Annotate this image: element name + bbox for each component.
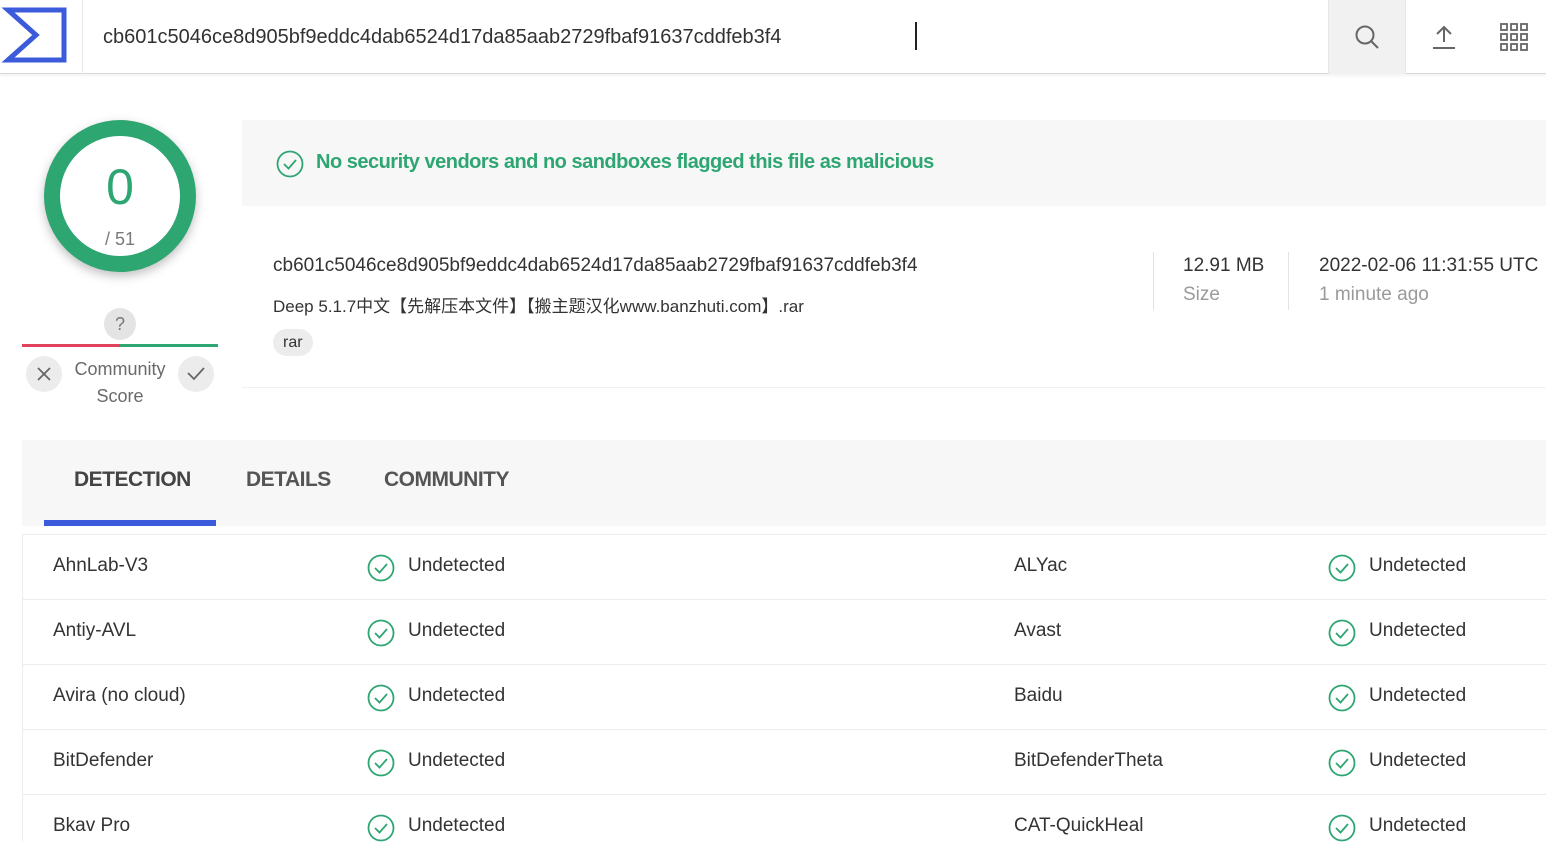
engine-status: Undetected	[408, 750, 506, 771]
check-circle-icon	[367, 619, 395, 647]
community-score-value: ?	[104, 308, 136, 340]
divider	[1153, 252, 1154, 310]
file-name: Deep 5.1.7中文【先解压本文件】【搬主题汉化www.banzhuti.c…	[273, 297, 804, 316]
top-bar	[0, 0, 1546, 74]
engine-status: Undetected	[1369, 685, 1467, 706]
file-info-panel: cb601c5046ce8d905bf9eddc4dab6524d17da85a…	[242, 206, 1546, 388]
apps-button[interactable]	[1482, 0, 1546, 74]
engine-name: Baidu	[1014, 685, 1063, 706]
check-circle-icon	[367, 554, 395, 582]
table-row: AhnLab-V3 Undetected ALYac Undetected	[23, 535, 1546, 600]
detection-count: 0	[106, 159, 134, 215]
engine-name: Avira (no cloud)	[53, 685, 186, 706]
search-button[interactable]	[1328, 0, 1406, 74]
search-input[interactable]	[103, 18, 1303, 56]
community-score-label: Community Score	[74, 359, 166, 406]
text-caret	[915, 22, 917, 50]
upload-button[interactable]	[1406, 0, 1482, 74]
check-circle-icon	[367, 749, 395, 777]
engine-name: Antiy-AVL	[53, 620, 137, 641]
vote-malicious-button[interactable]	[26, 356, 62, 392]
engine-status: Undetected	[1369, 750, 1467, 771]
detection-table: AhnLab-V3 Undetected ALYac Undetected An…	[22, 534, 1546, 842]
tab-community[interactable]: COMMUNITY	[384, 468, 510, 492]
engine-name: BitDefender	[53, 750, 154, 771]
check-circle-icon	[367, 684, 395, 712]
table-row: Avira (no cloud) Undetected Baidu Undete…	[23, 665, 1546, 730]
divider	[1288, 252, 1289, 310]
engine-name: AhnLab-V3	[53, 555, 149, 576]
file-size-value: 12.91 MB	[1183, 255, 1265, 276]
close-icon	[37, 367, 51, 381]
apps-grid-icon	[1500, 23, 1528, 51]
verdict-text: No security vendors and no sandboxes fla…	[316, 151, 934, 173]
check-circle-icon	[367, 814, 395, 842]
engine-status: Undetected	[408, 620, 506, 641]
engine-status: Undetected	[1369, 555, 1467, 576]
tab-detection[interactable]: DETECTION	[74, 468, 191, 492]
verdict-banner: No security vendors and no sandboxes fla…	[242, 120, 1546, 206]
check-circle-icon	[1328, 684, 1356, 712]
check-circle-icon	[276, 150, 304, 178]
engine-name: Avast	[1014, 620, 1062, 641]
detection-score-ring: 0 / 51	[44, 120, 196, 272]
community-bar-negative	[22, 344, 120, 347]
engine-total: / 51	[104, 229, 136, 249]
check-circle-icon	[1328, 814, 1356, 842]
engine-name: BitDefenderTheta	[1014, 750, 1163, 771]
file-hash[interactable]: cb601c5046ce8d905bf9eddc4dab6524d17da85a…	[273, 255, 918, 277]
tab-details[interactable]: DETAILS	[246, 468, 331, 492]
active-tab-indicator	[44, 520, 216, 526]
check-circle-icon	[1328, 619, 1356, 647]
engine-status: Undetected	[1369, 620, 1467, 641]
check-circle-icon	[1328, 554, 1356, 582]
file-size-label: Size	[1183, 284, 1220, 305]
analysis-date-relative: 1 minute ago	[1319, 284, 1429, 305]
table-row: Bkav Pro Undetected CAT-QuickHeal Undete…	[23, 795, 1546, 860]
engine-name: Bkav Pro	[53, 815, 131, 836]
check-icon	[187, 367, 205, 381]
virustotal-logo-icon[interactable]	[0, 0, 83, 74]
table-row: Antiy-AVL Undetected Avast Undetected	[23, 600, 1546, 665]
community-bar-positive	[120, 344, 218, 347]
engine-status: Undetected	[408, 555, 506, 576]
engine-status: Undetected	[408, 685, 506, 706]
file-type-tag[interactable]: rar	[273, 329, 313, 356]
upload-icon	[1433, 25, 1455, 49]
search-icon	[1355, 25, 1379, 49]
score-ring-inner: 0 / 51	[60, 136, 180, 256]
engine-status: Undetected	[408, 815, 506, 836]
report-tabs: DETECTION DETAILS COMMUNITY	[22, 440, 1546, 526]
engine-name: ALYac	[1014, 555, 1068, 576]
vote-harmless-button[interactable]	[178, 356, 214, 392]
table-row: BitDefender Undetected BitDefenderTheta …	[23, 730, 1546, 795]
engine-status: Undetected	[1369, 815, 1467, 836]
analysis-date-value: 2022-02-06 11:31:55 UTC	[1319, 255, 1539, 276]
engine-name: CAT-QuickHeal	[1014, 815, 1144, 836]
check-circle-icon	[1328, 749, 1356, 777]
search-box	[83, 0, 1328, 74]
